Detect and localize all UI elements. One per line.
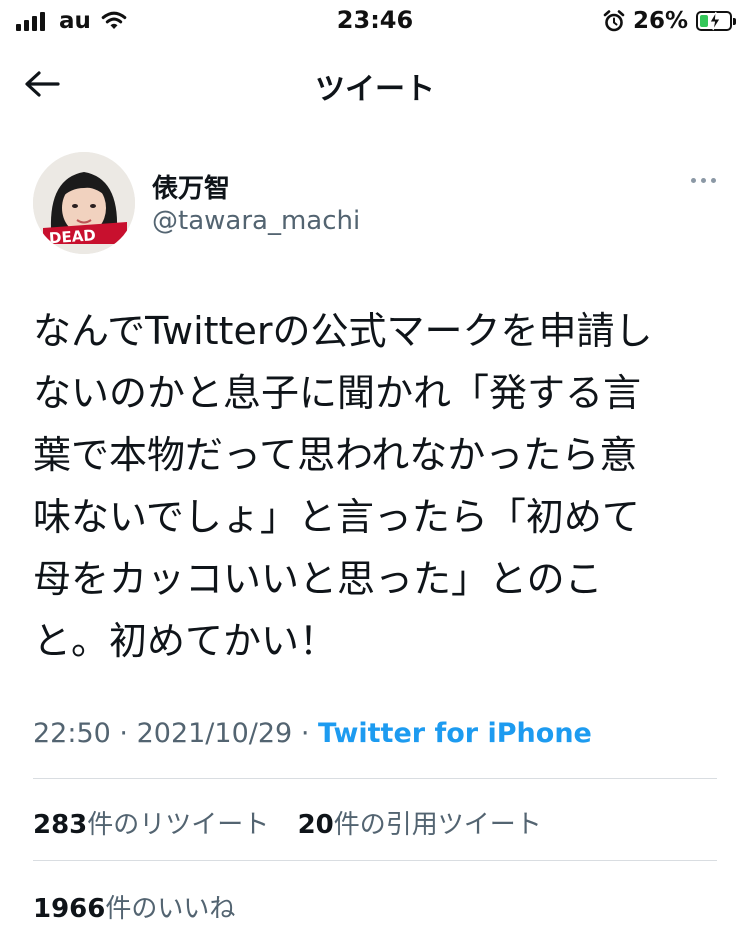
likes-stat[interactable]: 1966件のいいね [33,888,235,925]
avatar[interactable]: DEAD [33,152,135,254]
battery-nub [733,18,736,25]
battery-icon [696,11,736,31]
more-dot-icon [711,178,716,183]
more-options-button[interactable] [687,172,720,189]
author-name[interactable]: 俵万智 [152,168,230,205]
quotes-count: 20 [297,810,334,840]
likes-label: 件のいいね [105,894,236,924]
tweet-text-line: 母をカッコいいと思った」とのこ [33,557,603,601]
author-handle[interactable]: @tawara_machi [152,206,360,236]
tweet-stats: 283件のリツイート 20件の引用ツイート [33,804,542,841]
more-dot-icon [691,178,696,183]
tweet-source-link[interactable]: Twitter for iPhone [318,718,592,749]
retweets-count: 283 [33,810,88,840]
tweet-text-line: 葉で本物だって思われなかったら意 [33,433,638,477]
alarm-clock-icon [603,10,625,32]
status-bar: au 23:46 26% [0,0,750,44]
meta-separator: · [119,718,128,749]
tweet-text-line: 味ないでしょ」と言ったら「初めて [33,495,640,539]
charging-bolt-icon [709,11,721,31]
tweet-text-line: と。初めてかい！ [33,619,338,663]
battery-percent: 26% [632,8,688,34]
avatar-badge-text: DEAD [48,226,96,247]
avatar-image: DEAD [33,152,135,254]
quotes-label: 件の引用ツイート [333,810,542,840]
quotes-stat[interactable]: 20件の引用ツイート [298,804,542,841]
tweet-text-line: ないのかと息子に聞かれ「発する言 [33,371,642,415]
divider [33,778,717,779]
tweet-meta: 22:50 · 2021/10/29 · Twitter for iPhone [33,718,592,749]
status-right: 26% [603,8,736,34]
retweets-label: 件のリツイート [87,810,270,840]
more-dot-icon [701,178,706,183]
tweet-text-line: なんでTwitterの公式マークを申請し [33,309,653,353]
likes-count: 1966 [33,894,106,924]
page-title: ツイート [315,72,435,107]
divider [33,860,717,861]
retweets-stat[interactable]: 283件のリツイート [33,804,269,841]
tweet-text: なんでTwitterの公式マークを申請し ないのかと息子に聞かれ「発する言 葉で… [33,300,723,672]
tweet-time: 22:50 [33,718,111,749]
meta-separator: · [300,718,310,749]
tweet-date: 2021/10/29 [136,718,293,749]
navigation-bar: ツイート [0,48,750,120]
